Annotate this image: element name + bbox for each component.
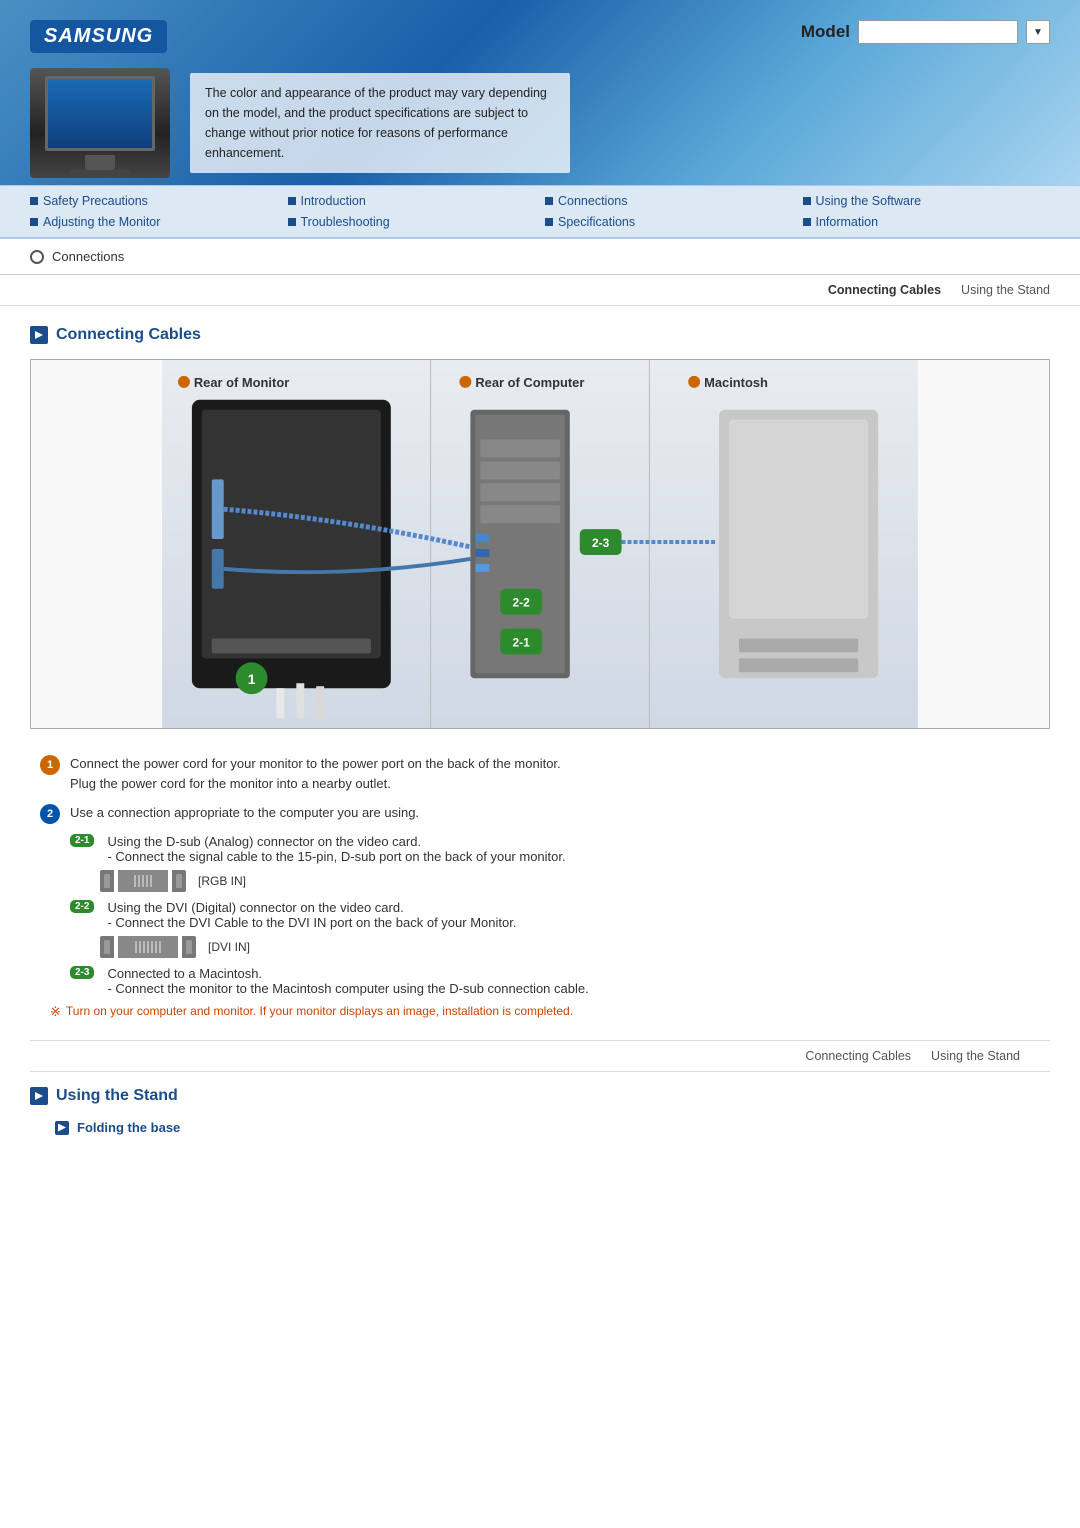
breadcrumb-text[interactable]: Connections — [52, 249, 124, 264]
instructions-list: 1 Connect the power cord for your monito… — [40, 754, 1050, 1020]
nav-item-introduction[interactable]: Introduction — [288, 192, 536, 210]
breadcrumb-circle-icon — [30, 250, 44, 264]
arrow-icon — [35, 331, 43, 339]
dvi-connector-label: [DVI IN] — [208, 940, 250, 954]
nav-bar: Safety Precautions Introduction Connecti… — [0, 185, 1080, 239]
arrow-icon-3 — [58, 1124, 66, 1132]
page-header: SAMSUNG Model ▼ The color and appearance… — [0, 0, 1080, 185]
model-input[interactable] — [858, 20, 1018, 44]
nav-bullet-icon — [803, 197, 811, 205]
connecting-cables-header: Connecting Cables — [30, 326, 1050, 344]
using-stand-section-icon — [30, 1087, 48, 1105]
sub-step-2-3-text: Connected to a Macintosh. - Connect the … — [107, 966, 588, 996]
sub-nav-connecting-cables[interactable]: Connecting Cables — [828, 283, 941, 297]
monitor-image — [30, 68, 170, 178]
nav-item-information[interactable]: Information — [803, 213, 1051, 231]
section-icon — [30, 326, 48, 344]
dvi-connector-visual: [DVI IN] — [100, 936, 250, 958]
rgb-connector-visual: [RGB IN] — [100, 870, 246, 892]
sub-step-2-1: 2-1 Using the D-sub (Analog) connector o… — [70, 834, 1050, 892]
samsung-logo: SAMSUNG — [30, 20, 167, 53]
sub-nav-top: Connecting Cables Using the Stand — [0, 275, 1080, 306]
diagram-svg: Rear of Monitor Rear of Computer Macinto… — [31, 360, 1049, 728]
installation-note: ※ Turn on your computer and monitor. If … — [50, 1004, 1050, 1020]
nav-item-safety[interactable]: Safety Precautions — [30, 192, 278, 210]
step-2-badge: 2 — [40, 804, 60, 824]
bottom-nav-using-stand[interactable]: Using the Stand — [931, 1049, 1020, 1063]
instruction-step-2: 2 Use a connection appropriate to the co… — [40, 803, 1050, 824]
nav-bullet-icon — [30, 197, 38, 205]
svg-text:2-3: 2-3 — [592, 536, 610, 550]
folding-base-subsection: Folding the base — [55, 1120, 1050, 1135]
sub-step-2-2-badge: 2-2 — [70, 900, 94, 913]
bottom-nav: Connecting Cables Using the Stand — [30, 1040, 1050, 1072]
note-symbol-icon: ※ — [50, 1004, 61, 1020]
model-dropdown-icon[interactable]: ▼ — [1026, 20, 1050, 44]
nav-bullet-icon — [288, 218, 296, 226]
nav-bullet-icon — [30, 218, 38, 226]
model-label: Model — [801, 22, 850, 42]
sub-step-2-2-text: Using the DVI (Digital) connector on the… — [107, 900, 516, 930]
sub-step-2-3: 2-3 Connected to a Macintosh. - Connect … — [70, 966, 1050, 996]
step-2-text: Use a connection appropriate to the comp… — [70, 803, 419, 823]
sub-step-2-3-badge: 2-3 — [70, 966, 94, 979]
arrow-icon-2 — [35, 1092, 43, 1100]
main-content: Connecting Cables Rear of Monitor Rear o… — [0, 306, 1080, 1155]
instruction-step-1: 1 Connect the power cord for your monito… — [40, 754, 1050, 793]
rgb-connector-label: [RGB IN] — [198, 874, 246, 888]
nav-bullet-icon — [545, 197, 553, 205]
dvi-connector-row: [DVI IN] — [70, 936, 1050, 958]
svg-text:Rear of Computer: Rear of Computer — [475, 375, 584, 390]
sub-step-2-1-badge: 2-1 — [70, 834, 94, 847]
nav-bullet-icon — [545, 218, 553, 226]
svg-text:Rear of Monitor: Rear of Monitor — [194, 375, 289, 390]
nav-item-connections[interactable]: Connections — [545, 192, 793, 210]
nav-item-specifications[interactable]: Specifications — [545, 213, 793, 231]
nav-item-troubleshooting[interactable]: Troubleshooting — [288, 213, 536, 231]
step-1-text: Connect the power cord for your monitor … — [70, 754, 561, 793]
breadcrumb: Connections — [0, 239, 1080, 275]
nav-bullet-icon — [288, 197, 296, 205]
folding-base-icon — [55, 1121, 69, 1135]
using-stand-title: Using the Stand — [56, 1087, 178, 1105]
svg-text:Macintosh: Macintosh — [704, 375, 768, 390]
svg-text:2-2: 2-2 — [512, 596, 530, 610]
folding-base-title: Folding the base — [77, 1120, 180, 1135]
nav-item-software[interactable]: Using the Software — [803, 192, 1051, 210]
rgb-connector-row: [RGB IN] — [70, 870, 1050, 892]
step-1-badge: 1 — [40, 755, 60, 775]
svg-text:1: 1 — [248, 671, 256, 687]
using-stand-header: Using the Stand — [30, 1087, 1050, 1105]
nav-bullet-icon — [803, 218, 811, 226]
nav-item-monitor[interactable]: Adjusting the Monitor — [30, 213, 278, 231]
sub-step-2-2: 2-2 Using the DVI (Digital) connector on… — [70, 900, 1050, 958]
bottom-nav-connecting-cables[interactable]: Connecting Cables — [805, 1049, 911, 1063]
sub-nav-using-stand[interactable]: Using the Stand — [961, 283, 1050, 297]
model-area: Model ▼ — [801, 20, 1050, 44]
header-description: The color and appearance of the product … — [190, 73, 570, 173]
connecting-cables-title: Connecting Cables — [56, 326, 201, 344]
nav-grid: Safety Precautions Introduction Connecti… — [30, 192, 1050, 231]
connection-diagram: Rear of Monitor Rear of Computer Macinto… — [30, 359, 1050, 729]
svg-text:2-1: 2-1 — [512, 635, 530, 649]
sub-step-2-1-text: Using the D-sub (Analog) connector on th… — [107, 834, 565, 864]
